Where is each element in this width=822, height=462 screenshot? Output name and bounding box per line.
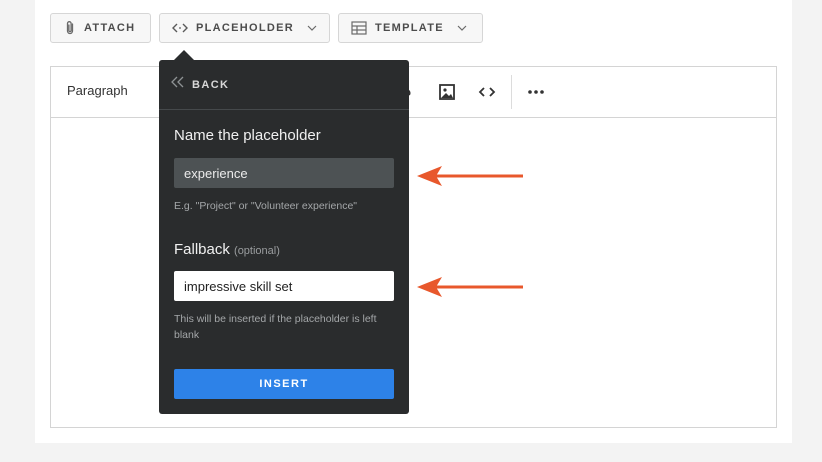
insert-button[interactable]: INSERT [174,369,394,399]
placeholder-label: PLACEHOLDER [196,22,295,34]
placeholder-name-input[interactable] [174,158,394,188]
annotation-arrow-icon [417,277,523,297]
popover-arrow [174,50,194,60]
code-icon[interactable] [477,82,497,102]
fallback-hint: This will be inserted if the placeholder… [174,313,377,341]
fallback-heading-label: Fallback [174,241,230,258]
attach-label: ATTACH [84,22,136,34]
more-icon[interactable] [526,82,546,102]
template-button[interactable]: TEMPLATE [338,13,483,43]
table-icon [351,21,367,35]
placeholder-button[interactable]: PLACEHOLDER [159,13,330,43]
paperclip-icon [64,20,76,36]
toolbar-divider [511,75,512,109]
chevron-down-icon [456,22,468,34]
name-hint: E.g. "Project" or "Volunteer experience" [174,200,358,212]
back-label: BACK [192,78,230,91]
optional-label: (optional) [234,245,280,257]
fallback-heading: Fallback (optional) [174,241,280,258]
placeholder-popover: BACK Name the placeholder E.g. "Project"… [159,60,409,414]
back-button[interactable]: BACK [159,60,409,110]
double-chevron-left-icon [170,75,186,94]
attach-button[interactable]: ATTACH [50,13,151,43]
fallback-input[interactable] [174,271,394,301]
code-icon [172,22,188,34]
paragraph-style-select[interactable]: Paragraph [67,83,128,98]
name-heading: Name the placeholder [174,127,321,144]
template-label: TEMPLATE [375,22,444,34]
image-icon[interactable] [437,82,457,102]
annotation-arrow-icon [417,166,523,186]
chevron-down-icon [306,22,318,34]
